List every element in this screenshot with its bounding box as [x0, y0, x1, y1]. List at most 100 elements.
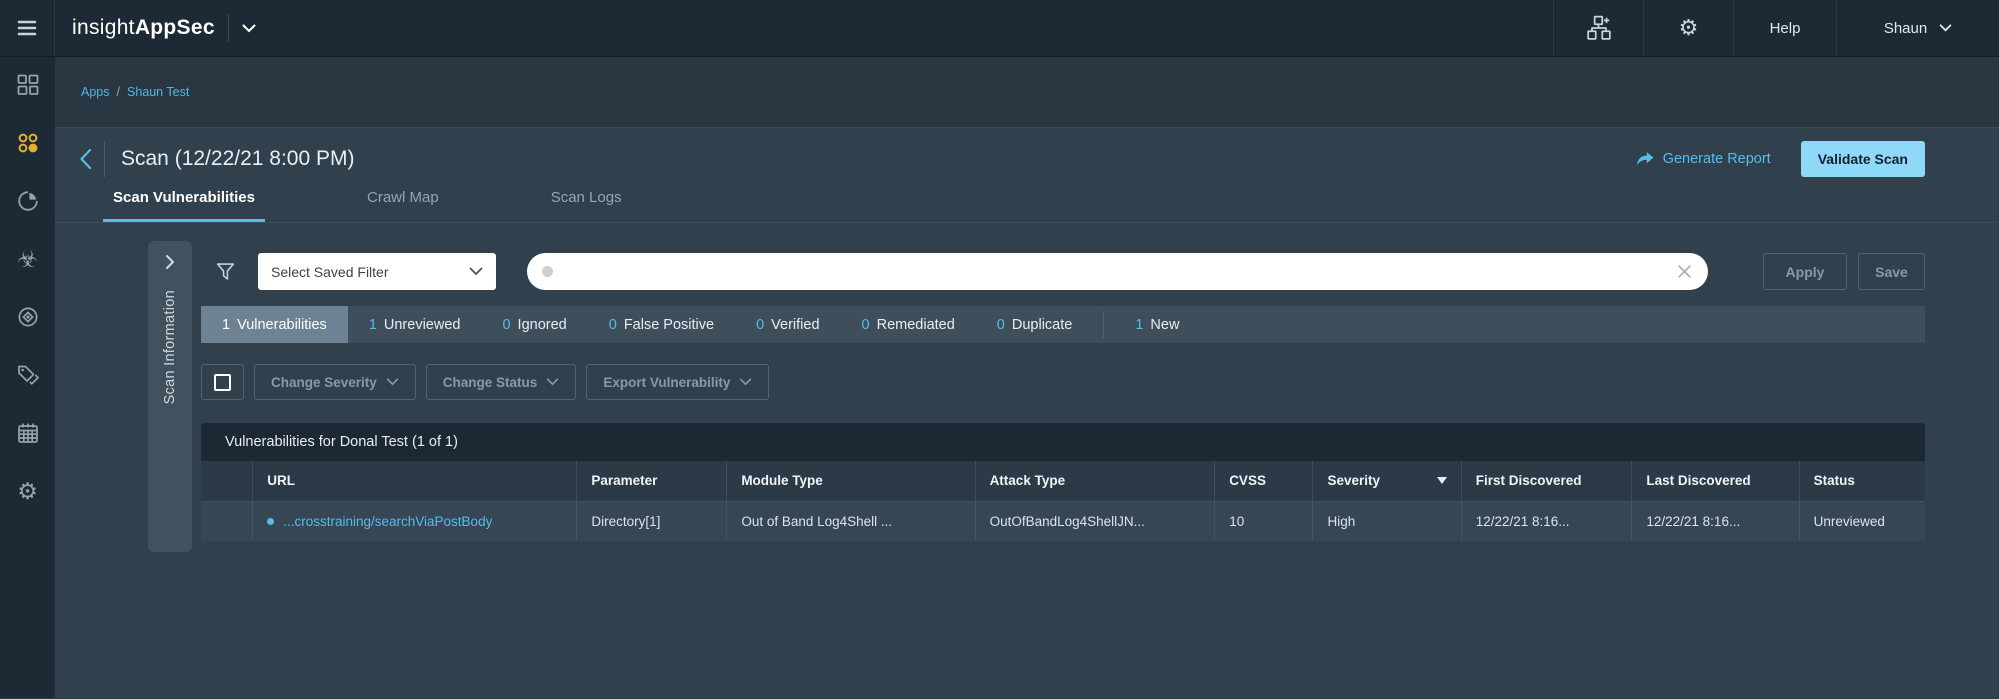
- sidebar-item-tags[interactable]: [16, 363, 40, 387]
- row-status-cell: Unreviewed: [1799, 501, 1925, 541]
- breadcrumb-separator: /: [117, 85, 120, 99]
- sidebar-item-vulnerabilities[interactable]: ☣: [16, 247, 40, 271]
- change-status-button[interactable]: Change Status: [426, 364, 577, 400]
- select-chevron-down-icon: [469, 267, 483, 276]
- vulnerabilities-table-section: Vulnerabilities for Donal Test (1 of 1) …: [201, 423, 1925, 541]
- breadcrumb-current-link[interactable]: Shaun Test: [127, 85, 189, 99]
- title-actions: Generate Report Validate Scan: [1636, 141, 1925, 177]
- status-tab-false-positive[interactable]: 0 False Positive: [588, 306, 735, 343]
- user-chevron-down-icon: [1939, 24, 1952, 32]
- user-menu[interactable]: Shaun: [1836, 0, 1999, 56]
- row-module-type-cell: Out of Band Log4Shell ...: [727, 501, 975, 541]
- apps-icon: [16, 131, 40, 155]
- sidebar-item-schedules[interactable]: [16, 421, 40, 445]
- target-icon: [16, 305, 40, 329]
- sort-descending-icon: [1437, 477, 1447, 484]
- row-checkbox-cell: [201, 501, 253, 541]
- topbar-actions: ⚙ Help Shaun: [1553, 0, 1999, 56]
- apply-filter-button[interactable]: Apply: [1763, 253, 1847, 290]
- back-button[interactable]: [79, 148, 92, 170]
- table-row: ...crosstraining/searchViaPostBody Direc…: [201, 501, 1925, 541]
- status-tab-ignored[interactable]: 0 Ignored: [481, 306, 587, 343]
- add-apps-button[interactable]: [1553, 0, 1643, 56]
- hamburger-icon: [15, 16, 39, 40]
- status-tab-verified[interactable]: 0 Verified: [735, 306, 840, 343]
- title-row: Scan (12/22/21 8:00 PM) Generate Report …: [55, 128, 1999, 189]
- tab-crawl-map[interactable]: Crawl Map: [357, 189, 449, 222]
- chevron-down-icon: [739, 378, 752, 386]
- help-label: Help: [1770, 20, 1801, 37]
- filter-search-input[interactable]: [563, 264, 1666, 280]
- column-header-module-type[interactable]: Module Type: [727, 461, 975, 501]
- column-header-url[interactable]: URL: [253, 461, 577, 501]
- filter-search-box: [527, 253, 1708, 290]
- checkbox-icon: [214, 374, 231, 391]
- saved-filter-value: Select Saved Filter: [271, 264, 389, 280]
- tags-icon: [16, 363, 40, 387]
- breadcrumb-apps-link[interactable]: Apps: [81, 85, 110, 99]
- status-tabs-divider: [1103, 311, 1104, 338]
- status-tab-vulnerabilities[interactable]: 1 Vulnerabilities: [201, 306, 348, 343]
- vulnerabilities-biohazard-icon: ☣: [17, 247, 38, 271]
- breadcrumb-bar: Apps / Shaun Test: [55, 57, 1999, 128]
- settings-gear-icon: ⚙: [1679, 17, 1699, 39]
- vulnerability-status-tabs: 1 Vulnerabilities 1 Unreviewed 0 Ignored…: [201, 306, 1925, 343]
- tab-scan-logs[interactable]: Scan Logs: [541, 189, 632, 222]
- export-vulnerability-button[interactable]: Export Vulnerability: [586, 364, 769, 400]
- help-button[interactable]: Help: [1733, 0, 1836, 56]
- tab-scan-vulnerabilities[interactable]: Scan Vulnerabilities: [103, 189, 265, 222]
- chevron-down-icon: [546, 378, 559, 386]
- column-header-first-discovered[interactable]: First Discovered: [1461, 461, 1632, 501]
- generate-report-share-icon: [1636, 151, 1654, 167]
- chevron-down-icon: [386, 378, 399, 386]
- validate-scan-button[interactable]: Validate Scan: [1801, 141, 1925, 177]
- row-first-discovered-cell: 12/22/21 8:16...: [1461, 501, 1632, 541]
- schedule-calendar-icon: [16, 421, 40, 445]
- vulnerability-url-link[interactable]: ...crosstraining/searchViaPostBody: [283, 514, 492, 529]
- row-parameter-cell: Directory[1]: [577, 501, 727, 541]
- bulk-actions-row: Change Severity Change Status Export Vul…: [201, 364, 1925, 400]
- status-tab-unreviewed[interactable]: 1 Unreviewed: [348, 306, 482, 343]
- status-tab-remediated[interactable]: 0 Remediated: [841, 306, 976, 343]
- change-severity-button[interactable]: Change Severity: [254, 364, 416, 400]
- sidebar-item-apps[interactable]: [16, 131, 40, 155]
- sidebar-item-settings[interactable]: ⚙: [16, 479, 40, 503]
- page-tabs: Scan Vulnerabilities Crawl Map Scan Logs: [55, 189, 1999, 223]
- expand-chevron-right-icon: [165, 254, 175, 270]
- select-all-checkbox[interactable]: [201, 364, 244, 400]
- saved-filter-select[interactable]: Select Saved Filter: [258, 253, 496, 290]
- generate-report-button[interactable]: Generate Report: [1636, 151, 1771, 167]
- product-logo: insightAppSec: [55, 0, 256, 56]
- settings-gear-icon: ⚙: [17, 479, 38, 503]
- column-header-status[interactable]: Status: [1799, 461, 1925, 501]
- row-url-cell: ...crosstraining/searchViaPostBody: [253, 501, 577, 541]
- save-filter-button[interactable]: Save: [1858, 253, 1925, 290]
- clear-search-x-icon[interactable]: [1676, 263, 1693, 280]
- top-bar: insightAppSec ⚙ Help Shaun: [0, 0, 1999, 57]
- row-attack-type-cell: OutOfBandLog4ShellJN...: [975, 501, 1215, 541]
- scan-information-label: Scan Information: [162, 290, 178, 404]
- column-header-last-discovered[interactable]: Last Discovered: [1632, 461, 1799, 501]
- status-tab-new[interactable]: 1 New: [1114, 306, 1200, 343]
- row-cvss-cell: 10: [1215, 501, 1313, 541]
- title-divider: [104, 141, 105, 177]
- scan-radar-icon: [16, 189, 40, 213]
- logo-divider: [228, 14, 229, 42]
- status-tab-duplicate[interactable]: 0 Duplicate: [976, 306, 1094, 343]
- sidebar-item-attack-modules[interactable]: [16, 305, 40, 329]
- column-header-cvss[interactable]: CVSS: [1215, 461, 1313, 501]
- vulnerabilities-table: URL Parameter Module Type Attack Type CV…: [201, 461, 1925, 541]
- table-header-row: URL Parameter Module Type Attack Type CV…: [201, 461, 1925, 501]
- sidebar-item-scans[interactable]: [16, 189, 40, 213]
- row-last-discovered-cell: 12/22/21 8:16...: [1632, 501, 1799, 541]
- scan-information-panel[interactable]: Scan Information: [148, 241, 192, 552]
- column-header-severity[interactable]: Severity: [1313, 461, 1461, 501]
- settings-button[interactable]: ⚙: [1643, 0, 1733, 56]
- hamburger-menu-button[interactable]: [0, 0, 55, 56]
- filter-funnel-icon: [215, 261, 236, 282]
- header-checkbox-column: [201, 461, 253, 501]
- column-header-parameter[interactable]: Parameter: [577, 461, 727, 501]
- product-switcher-chevron-down-icon[interactable]: [242, 24, 256, 33]
- column-header-attack-type[interactable]: Attack Type: [975, 461, 1215, 501]
- sidebar-item-dashboard[interactable]: [16, 73, 40, 97]
